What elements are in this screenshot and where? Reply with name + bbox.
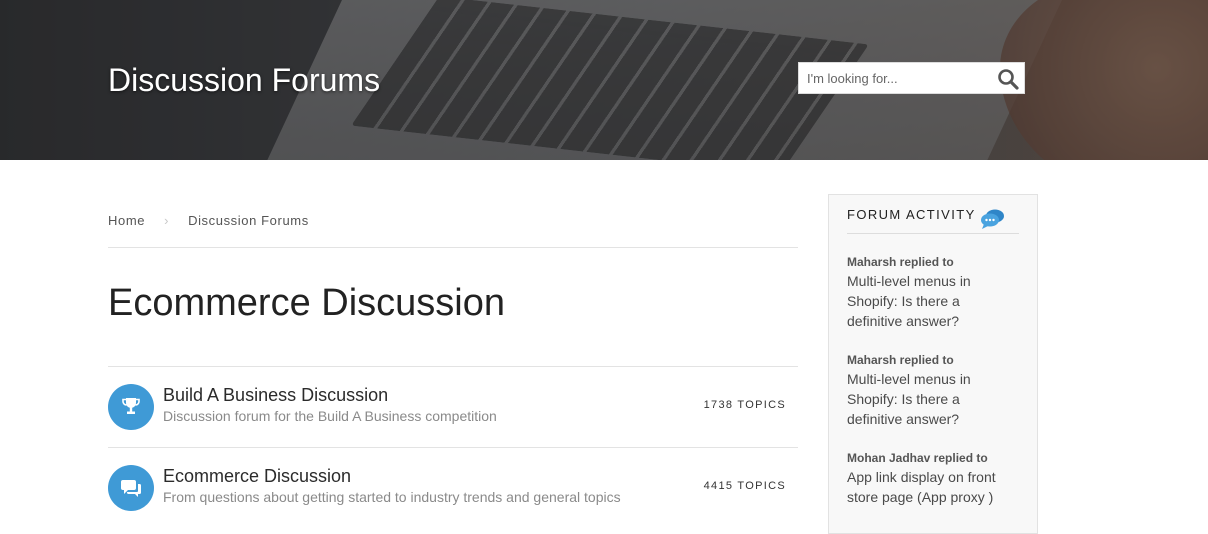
hero-banner: Discussion Forums (0, 0, 1208, 160)
hero-title: Discussion Forums (108, 62, 381, 98)
search-icon (998, 69, 1019, 90)
activity-author: Mohan Jadhav replied to (847, 451, 988, 465)
forum-icon-badge (108, 465, 154, 511)
trophy-icon (122, 398, 140, 414)
activity-topic-link[interactable]: Multi-level menus in Shopify: Is there a… (847, 271, 1007, 331)
activity-topic-link[interactable]: App link display on front store page (Ap… (847, 467, 1007, 507)
activity-author: Maharsh replied to (847, 255, 954, 269)
sidebar-title: FORUM ACTIVITY (847, 207, 976, 222)
search-input[interactable] (799, 63, 997, 93)
topic-count: 1738 TOPICS (703, 399, 786, 411)
chat-bubbles-icon (121, 480, 141, 497)
breadcrumb-discussion-forums-link[interactable]: Discussion Forums (188, 213, 309, 228)
activity-topic-link[interactable]: Multi-level menus in Shopify: Is there a… (847, 369, 1007, 429)
activity-item: Maharsh replied to Multi-level menus in … (847, 253, 1007, 331)
forum-description: Discussion forum for the Build A Busines… (163, 408, 497, 424)
forum-title-link[interactable]: Ecommerce Discussion (163, 466, 351, 487)
activity-author: Maharsh replied to (847, 353, 954, 367)
forum-row[interactable]: Ecommerce Discussion From questions abou… (108, 447, 798, 527)
chat-bubbles-icon (981, 209, 1004, 229)
forum-row[interactable]: Build A Business Discussion Discussion f… (108, 366, 798, 446)
forum-description: From questions about getting started to … (163, 489, 621, 505)
breadcrumb-separator-icon: › (164, 213, 170, 228)
divider (847, 233, 1019, 234)
topic-count: 4415 TOPICS (703, 480, 786, 492)
forum-title-link[interactable]: Build A Business Discussion (163, 385, 388, 406)
breadcrumb-home-link[interactable]: Home (108, 213, 145, 228)
divider (108, 247, 798, 248)
breadcrumb: Home › Discussion Forums (108, 213, 309, 228)
search-box (798, 62, 1025, 94)
forum-icon-badge (108, 384, 154, 430)
search-button[interactable] (996, 67, 1020, 91)
activity-item: Maharsh replied to Multi-level menus in … (847, 351, 1007, 429)
page-title: Ecommerce Discussion (108, 282, 505, 324)
forum-activity-panel: FORUM ACTIVITY Maharsh replied to Multi-… (828, 194, 1038, 534)
activity-item: Mohan Jadhav replied to App link display… (847, 449, 1007, 507)
